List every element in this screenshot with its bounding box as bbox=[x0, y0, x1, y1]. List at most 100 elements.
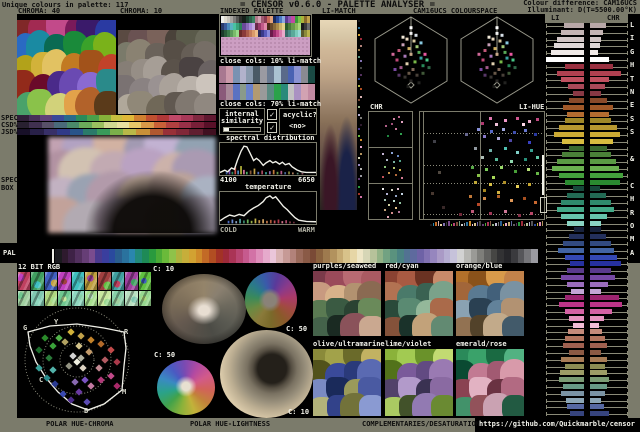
chr-bar bbox=[590, 118, 611, 124]
temperature-curve bbox=[220, 192, 316, 224]
chr-bar bbox=[590, 288, 602, 294]
li-track-cap bbox=[546, 241, 547, 246]
pal-swatch bbox=[75, 249, 82, 263]
cube-point bbox=[419, 41, 423, 45]
cube-point bbox=[411, 68, 415, 71]
vertical-caption-char: & bbox=[630, 155, 635, 163]
chr-bar bbox=[590, 23, 606, 28]
pal-swatch bbox=[115, 249, 123, 263]
cube-point bbox=[483, 49, 487, 52]
mini-bar bbox=[243, 169, 245, 175]
hue-tick bbox=[479, 221, 481, 226]
chroma40-label: CHROMA: 40 bbox=[18, 7, 61, 15]
data-point bbox=[388, 204, 391, 207]
data-point bbox=[488, 117, 492, 121]
acyclic-label: acyclic? bbox=[283, 111, 317, 119]
repo-url[interactable]: https://github.com/Quickmarble/censor bbox=[479, 421, 635, 428]
chr-bar bbox=[590, 234, 606, 240]
pal-swatch bbox=[55, 249, 62, 263]
chr-bar bbox=[590, 349, 602, 355]
hue-tick bbox=[443, 223, 445, 226]
data-point bbox=[488, 149, 492, 153]
similarity-slider-track[interactable] bbox=[223, 127, 261, 132]
data-point bbox=[512, 130, 516, 134]
pal-swatch bbox=[101, 249, 109, 263]
li-track-cap bbox=[546, 262, 547, 267]
li-match-pixel bbox=[360, 146, 362, 148]
mini-bar bbox=[296, 172, 299, 175]
cube-point bbox=[417, 81, 421, 85]
mini-bar bbox=[262, 219, 264, 224]
li-track-cap bbox=[546, 44, 547, 49]
li-bar bbox=[553, 43, 584, 49]
li-track-cap bbox=[546, 132, 547, 137]
li-hue-label: LI-HUE bbox=[519, 103, 545, 111]
acyclic-value[interactable]: <no> bbox=[289, 123, 306, 130]
pal-swatch bbox=[457, 249, 464, 263]
mini-bar bbox=[253, 168, 256, 175]
chr-bar bbox=[590, 193, 606, 199]
similarity-checkbox[interactable]: ✓ bbox=[267, 109, 277, 120]
data-point bbox=[497, 136, 501, 140]
pal-swatch bbox=[108, 249, 116, 263]
chr-track-cap bbox=[627, 112, 628, 117]
chr-track-cap bbox=[627, 378, 628, 383]
li-bar bbox=[566, 220, 584, 226]
li-match-pixel bbox=[360, 45, 362, 48]
li-bar bbox=[572, 322, 584, 328]
close-col-swatch bbox=[287, 84, 295, 100]
hue-tick bbox=[505, 223, 507, 226]
pal-swatch bbox=[530, 249, 538, 263]
pal-swatch bbox=[356, 249, 364, 263]
acyclic-checkbox[interactable]: ✓ bbox=[267, 122, 277, 133]
data-point bbox=[477, 203, 481, 207]
histogram-scroll-handle[interactable] bbox=[540, 197, 547, 213]
data-point bbox=[480, 155, 484, 159]
li-match-pixel bbox=[360, 167, 362, 170]
data-point bbox=[390, 189, 393, 192]
distribution-curve bbox=[220, 196, 316, 222]
pal-swatch bbox=[303, 249, 310, 263]
li-track-cap bbox=[546, 37, 547, 42]
hue-tick bbox=[437, 221, 440, 226]
li-bar bbox=[561, 152, 584, 158]
chr-bar bbox=[590, 404, 604, 410]
chr-track-cap bbox=[627, 398, 628, 403]
data-point bbox=[526, 168, 530, 172]
data-point bbox=[488, 211, 492, 215]
cube-point bbox=[495, 79, 499, 83]
blob-cell bbox=[430, 395, 453, 416]
chr-track-cap bbox=[627, 187, 628, 192]
chr-track-cap bbox=[627, 44, 628, 49]
jsd-strip-segment bbox=[136, 129, 150, 135]
complementary-tile bbox=[456, 271, 524, 336]
hue-tick bbox=[515, 223, 518, 226]
cube-point bbox=[397, 73, 401, 77]
vertical-caption-char: H bbox=[630, 61, 635, 70]
cube-point bbox=[409, 26, 413, 30]
pal-swatch bbox=[484, 249, 491, 263]
li-track-cap bbox=[546, 30, 547, 35]
chr-bar bbox=[590, 70, 622, 76]
pal-swatch bbox=[403, 249, 411, 263]
li-track-cap bbox=[546, 364, 547, 369]
similarity-slider-handle[interactable] bbox=[224, 128, 229, 131]
indexed-palette-unused-dots bbox=[221, 37, 310, 55]
hue-tick bbox=[523, 224, 526, 226]
close-col-swatch bbox=[301, 84, 309, 100]
li-track-cap bbox=[546, 78, 547, 83]
chr-bar bbox=[590, 63, 613, 69]
mini-bar bbox=[258, 220, 261, 224]
polar-hue-lightness-label: POLAR HUE-LIGHTNESS bbox=[190, 420, 271, 428]
cube-point bbox=[503, 50, 507, 54]
chr-bar bbox=[590, 206, 614, 212]
pal-swatch bbox=[329, 249, 337, 263]
li-track-cap bbox=[546, 337, 547, 342]
pal-strip-cursor[interactable] bbox=[52, 249, 54, 263]
pal-swatch bbox=[189, 249, 196, 263]
hue-chroma-point bbox=[79, 364, 87, 372]
gamut-letter: B bbox=[84, 407, 88, 415]
mini-bar bbox=[237, 170, 240, 175]
histogram-scrollbar[interactable] bbox=[542, 155, 544, 195]
chr-bar bbox=[590, 383, 607, 389]
